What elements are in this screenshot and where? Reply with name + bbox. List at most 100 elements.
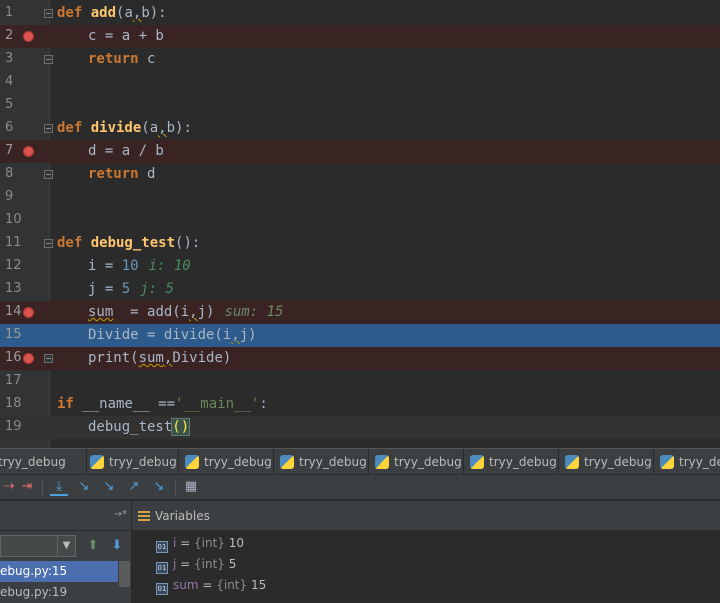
- debug-toolbar: ⇢ ⇥ ⤓ ↘ ↘ ↗ ↘ ▦: [0, 475, 720, 500]
- run-tab[interactable]: tryy_debug: [0, 449, 87, 474]
- inline-debug-value: i: 10: [148, 258, 191, 274]
- python-icon: [280, 455, 294, 469]
- code-line[interactable]: 4: [0, 71, 720, 94]
- code-line[interactable]: 5: [0, 94, 720, 117]
- toolbar-separator: [175, 479, 176, 496]
- code-text: if __name__ =='__main__':: [57, 395, 268, 413]
- variable-value: 10: [228, 536, 245, 550]
- code-token: (a: [116, 5, 133, 21]
- code-line[interactable]: 14 sum = add(i,j) sum: 15: [0, 301, 720, 324]
- code-token: b):: [141, 5, 167, 21]
- arrow-up-icon[interactable]: ⬆: [84, 537, 102, 555]
- run-tab-label: tryy_debug: [299, 455, 367, 469]
- code-line[interactable]: 9: [0, 186, 720, 209]
- step-into-icon[interactable]: ⤓: [50, 478, 68, 496]
- code-line[interactable]: 17: [0, 370, 720, 393]
- breakpoint-icon[interactable]: [23, 353, 34, 364]
- code-line[interactable]: 11 def debug_test():: [0, 232, 720, 255]
- code-token: return: [88, 51, 148, 67]
- fold-icon[interactable]: [44, 124, 53, 133]
- run-tab[interactable]: tryy_debug: [274, 449, 369, 474]
- show-execution-point-icon[interactable]: ⇢: [0, 478, 18, 496]
- variable-type: {int}: [194, 557, 225, 571]
- code-token: ,: [231, 327, 240, 343]
- line-number: 6: [5, 120, 14, 135]
- evaluate-expression-icon[interactable]: ▦: [182, 478, 200, 496]
- line-number: 4: [5, 74, 14, 89]
- code-text: def add(a,b):: [57, 4, 167, 22]
- equals-sign: =: [176, 557, 195, 571]
- frames-scrollbar[interactable]: [119, 561, 130, 587]
- code-token: if: [57, 396, 83, 412]
- breakpoint-icon[interactable]: [23, 31, 34, 42]
- line-number: 8: [5, 166, 14, 181]
- code-text: def divide(a,b):: [57, 119, 192, 137]
- code-line[interactable]: 18 if __name__ =='__main__':: [0, 393, 720, 416]
- line-number: 5: [5, 97, 14, 112]
- current-execution-line[interactable]: 15 Divide = divide(i,j): [0, 324, 720, 347]
- code-line[interactable]: 7d = a / b: [0, 140, 720, 163]
- thread-select[interactable]: ▼: [0, 535, 76, 557]
- code-editor[interactable]: 1 def add(a,b): 2 c = a + b 3 return c 4 5 6 def …: [0, 0, 720, 448]
- fold-icon[interactable]: [44, 170, 53, 179]
- arrow-down-icon[interactable]: ⬇: [108, 537, 126, 555]
- code-text: debug_test(): [88, 418, 191, 436]
- run-tab[interactable]: tryy_debug: [464, 449, 559, 474]
- run-tab[interactable]: tryy_debug: [654, 449, 720, 474]
- code-line[interactable]: 10: [0, 209, 720, 232]
- code-line[interactable]: 19 debug_test(): [0, 416, 720, 439]
- code-text: c = a + b: [88, 27, 164, 45]
- run-tab[interactable]: tryy_debug: [369, 449, 464, 474]
- variable-type: {int}: [216, 578, 248, 592]
- variable-type: {int}: [194, 536, 225, 550]
- step-out-icon[interactable]: ↗: [125, 478, 143, 496]
- chevron-down-icon[interactable]: ▼: [57, 536, 75, 556]
- step-into-my-code-icon[interactable]: ↘: [75, 478, 93, 496]
- variable-row[interactable]: 01 j = {int} 5: [156, 555, 266, 576]
- run-tab-label: tryy_debug: [109, 455, 177, 469]
- run-tab[interactable]: tryy_debug: [179, 449, 274, 474]
- variables-title: Variables: [155, 509, 210, 523]
- code-token: Divide): [172, 350, 232, 366]
- breakpoint-icon[interactable]: [23, 146, 34, 157]
- fold-icon[interactable]: [44, 55, 53, 64]
- line-number: 10: [5, 212, 22, 227]
- frame-list: ebug.py:15 ebug.py:19: [0, 561, 118, 603]
- frame-item[interactable]: ebug.py:19: [0, 582, 118, 603]
- code-line[interactable]: 3 return c: [0, 48, 720, 71]
- line-number: 18: [5, 396, 22, 411]
- run-to-cursor-icon[interactable]: ↘: [150, 478, 168, 496]
- frames-header: →*: [0, 501, 131, 531]
- code-text: i = 10 i: 10: [88, 257, 191, 275]
- fold-icon[interactable]: [44, 9, 53, 18]
- run-tab[interactable]: tryy_debug: [559, 449, 654, 474]
- frame-item[interactable]: ebug.py:15: [0, 561, 118, 582]
- code-line[interactable]: 16 print(sum,Divide): [0, 347, 720, 370]
- code-line[interactable]: 12 i = 10 i: 10: [0, 255, 720, 278]
- step-over-icon[interactable]: ⇥: [18, 478, 36, 496]
- code-line[interactable]: 2c = a + b: [0, 25, 720, 48]
- code-token: print(: [88, 350, 139, 366]
- variable-row[interactable]: 01 sum = {int} 15: [156, 576, 266, 597]
- code-line[interactable]: 8 return d: [0, 163, 720, 186]
- equals-sign: =: [198, 578, 217, 592]
- code-text: d = a / b: [88, 142, 164, 160]
- line-number: 12: [5, 258, 22, 273]
- variable-row[interactable]: 01 i = {int} 10: [156, 534, 266, 555]
- breakpoint-icon[interactable]: [23, 307, 34, 318]
- fold-icon[interactable]: [44, 239, 53, 248]
- code-line[interactable]: 13 j = 5 j: 5: [0, 278, 720, 301]
- variables-panel: Variables 01 i = {int} 10 01 j = {int} 5 01 s…: [132, 501, 720, 603]
- code-text: j = 5 j: 5: [88, 280, 174, 298]
- run-tab-label: tryy_debug: [204, 455, 272, 469]
- run-tab[interactable]: tryy_debug: [84, 449, 179, 474]
- python-icon: [565, 455, 579, 469]
- code-token: debug_test: [88, 419, 173, 435]
- code-token: return: [88, 166, 148, 182]
- code-token: i =: [88, 258, 122, 274]
- fold-icon[interactable]: [44, 354, 53, 363]
- code-line[interactable]: 1 def add(a,b):: [0, 2, 720, 25]
- code-line[interactable]: 6 def divide(a,b):: [0, 117, 720, 140]
- force-step-into-icon[interactable]: ↘: [100, 478, 118, 496]
- variable-value: 15: [250, 578, 267, 592]
